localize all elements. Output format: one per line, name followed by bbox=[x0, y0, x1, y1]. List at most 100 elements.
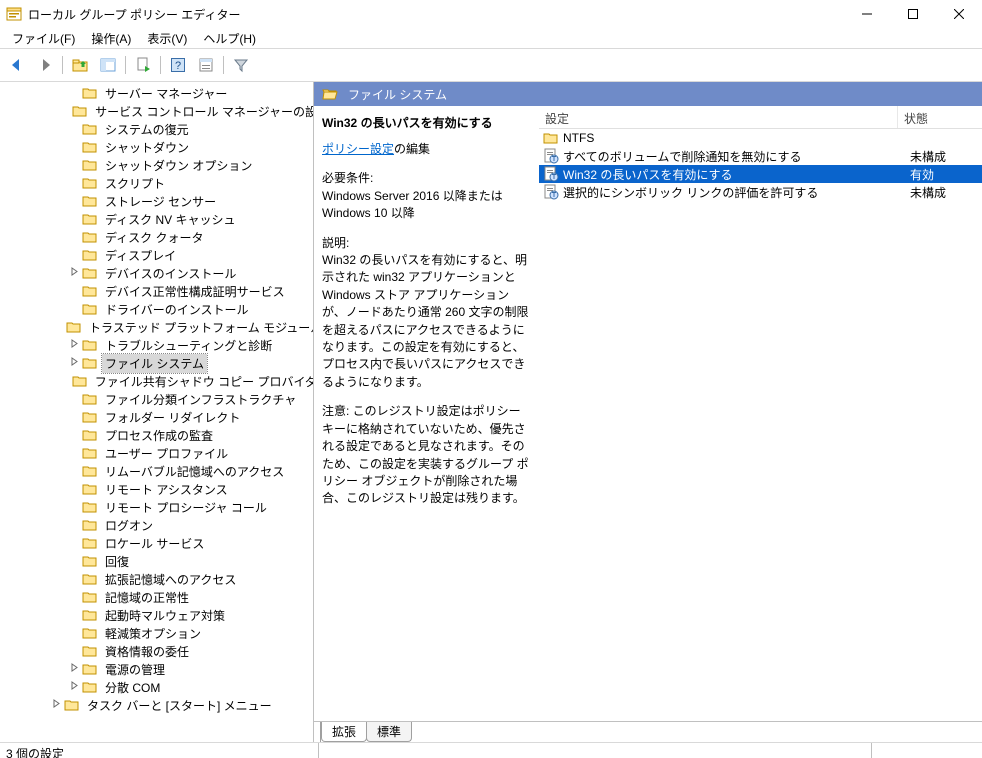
description-block: 説明: Win32 の長いパスを有効にすると、明示された win32 アプリケー… bbox=[322, 235, 531, 392]
folder-icon bbox=[82, 247, 98, 263]
tree-item-label: トラステッド プラットフォーム モジュール サー bbox=[86, 318, 313, 337]
tree-item-label: ファイル共有シャドウ コピー プロバイダー bbox=[92, 372, 313, 391]
tree-item-label: シャットダウン bbox=[102, 138, 192, 157]
policy-icon bbox=[543, 148, 559, 164]
tree-item[interactable]: タスク バーと [スタート] メニュー bbox=[0, 696, 313, 714]
tree-item[interactable]: トラステッド プラットフォーム モジュール サー bbox=[0, 318, 313, 336]
tab-standard[interactable]: 標準 bbox=[366, 722, 412, 742]
tree-item[interactable]: ストレージ センサー bbox=[0, 192, 313, 210]
note-text: 注意: このレジストリ設定はポリシー キーに格納されていないため、優先される設定… bbox=[322, 403, 531, 507]
edit-policy-link[interactable]: ポリシー設定 bbox=[322, 142, 394, 156]
tree-item[interactable]: リモート プロシージャ コール bbox=[0, 498, 313, 516]
close-button[interactable] bbox=[936, 0, 982, 28]
tree-item[interactable]: リムーバブル記憶域へのアクセス bbox=[0, 462, 313, 480]
chevron-right-icon[interactable] bbox=[66, 267, 82, 279]
chevron-right-icon[interactable] bbox=[66, 357, 82, 369]
menu-action[interactable]: 操作(A) bbox=[83, 28, 139, 49]
tree-item[interactable]: 電源の管理 bbox=[0, 660, 313, 678]
tree-item[interactable]: デバイス正常性構成証明サービス bbox=[0, 282, 313, 300]
tree-item-label: フォルダー リダイレクト bbox=[102, 408, 243, 427]
tree-item[interactable]: 資格情報の委任 bbox=[0, 642, 313, 660]
menu-file[interactable]: ファイル(F) bbox=[4, 28, 83, 49]
tree-item-label: 軽減策オプション bbox=[102, 624, 204, 643]
policy-icon bbox=[543, 184, 559, 200]
tree-item[interactable]: ディスク クォータ bbox=[0, 228, 313, 246]
tree-item-label: スクリプト bbox=[102, 174, 168, 193]
tree-item[interactable]: フォルダー リダイレクト bbox=[0, 408, 313, 426]
tree-item-label: 拡張記憶域へのアクセス bbox=[102, 570, 239, 589]
folder-icon bbox=[82, 607, 98, 623]
tree-item-label: シャットダウン オプション bbox=[102, 156, 255, 175]
properties-button[interactable] bbox=[195, 54, 217, 76]
tree-item-label: リムーバブル記憶域へのアクセス bbox=[102, 462, 287, 481]
tree-item[interactable]: 起動時マルウェア対策 bbox=[0, 606, 313, 624]
tree-item[interactable]: リモート アシスタンス bbox=[0, 480, 313, 498]
tree-item[interactable]: プロセス作成の監査 bbox=[0, 426, 313, 444]
tree-item[interactable]: サービス コントロール マネージャーの設定 bbox=[0, 102, 313, 120]
tree-item[interactable]: トラブルシューティングと診断 bbox=[0, 336, 313, 354]
tree-item[interactable]: スクリプト bbox=[0, 174, 313, 192]
export-button[interactable] bbox=[132, 54, 154, 76]
tree-item[interactable]: シャットダウン オプション bbox=[0, 156, 313, 174]
list-row[interactable]: 選択的にシンボリック リンクの評価を許可する未構成 bbox=[539, 183, 982, 201]
tree-item[interactable]: ファイル分類インフラストラクチャ bbox=[0, 390, 313, 408]
tree-item[interactable]: ファイル システム bbox=[0, 354, 313, 372]
window-controls bbox=[844, 0, 982, 28]
chevron-right-icon[interactable] bbox=[48, 699, 64, 711]
edit-policy-suffix: の編集 bbox=[394, 142, 430, 156]
setting-title: Win32 の長いパスを有効にする bbox=[322, 114, 531, 131]
folder-icon bbox=[82, 301, 98, 317]
tree-item-label: ドライバーのインストール bbox=[102, 300, 252, 319]
tree-item[interactable]: シャットダウン bbox=[0, 138, 313, 156]
tree-item[interactable]: ログオン bbox=[0, 516, 313, 534]
app-icon bbox=[6, 6, 22, 22]
tree-item[interactable]: 軽減策オプション bbox=[0, 624, 313, 642]
folder-icon bbox=[82, 355, 98, 371]
help-button[interactable]: ? bbox=[167, 54, 189, 76]
details-pane: ファイル システム Win32 の長いパスを有効にする ポリシー設定の編集 必要… bbox=[314, 82, 982, 742]
show-hide-tree-button[interactable] bbox=[97, 54, 119, 76]
settings-list: NTFSすべてのボリュームで削除通知を無効にする未構成Win32 の長いパスを有… bbox=[539, 129, 982, 201]
tree-item[interactable]: ユーザー プロファイル bbox=[0, 444, 313, 462]
menu-view[interactable]: 表示(V) bbox=[139, 28, 195, 49]
chevron-right-icon[interactable] bbox=[66, 681, 82, 693]
tree-item[interactable]: サーバー マネージャー bbox=[0, 84, 313, 102]
chevron-right-icon[interactable] bbox=[66, 339, 82, 351]
folder-icon bbox=[82, 265, 98, 281]
tree-item-label: 電源の管理 bbox=[102, 660, 168, 679]
filter-button[interactable] bbox=[230, 54, 252, 76]
tree-item[interactable]: 記憶域の正常性 bbox=[0, 588, 313, 606]
menu-help[interactable]: ヘルプ(H) bbox=[195, 28, 264, 49]
tree-item[interactable]: 拡張記憶域へのアクセス bbox=[0, 570, 313, 588]
tree-item[interactable]: ロケール サービス bbox=[0, 534, 313, 552]
tree-item[interactable]: デバイスのインストール bbox=[0, 264, 313, 282]
folder-icon bbox=[82, 211, 98, 227]
description-pane: Win32 の長いパスを有効にする ポリシー設定の編集 必要条件: Window… bbox=[314, 106, 539, 721]
list-row[interactable]: NTFS bbox=[539, 129, 982, 147]
back-button[interactable] bbox=[6, 54, 28, 76]
tree-item[interactable]: ドライバーのインストール bbox=[0, 300, 313, 318]
tree-item[interactable]: ファイル共有シャドウ コピー プロバイダー bbox=[0, 372, 313, 390]
forward-button[interactable] bbox=[34, 54, 56, 76]
column-state[interactable]: 状態 bbox=[898, 106, 982, 128]
tree-item[interactable]: 分散 COM bbox=[0, 678, 313, 696]
tree-item[interactable]: ディスプレイ bbox=[0, 246, 313, 264]
tab-extended[interactable]: 拡張 bbox=[321, 722, 367, 742]
column-setting[interactable]: 設定 bbox=[539, 106, 898, 128]
folder-icon bbox=[82, 589, 98, 605]
chevron-right-icon[interactable] bbox=[66, 663, 82, 675]
tree-item-label: システムの復元 bbox=[102, 120, 192, 139]
minimize-button[interactable] bbox=[844, 0, 890, 28]
tree-scroll[interactable]: サーバー マネージャーサービス コントロール マネージャーの設定システムの復元シ… bbox=[0, 82, 313, 742]
tree-item[interactable]: システムの復元 bbox=[0, 120, 313, 138]
maximize-button[interactable] bbox=[890, 0, 936, 28]
folder-icon bbox=[82, 643, 98, 659]
up-button[interactable] bbox=[69, 54, 91, 76]
tree-item[interactable]: ディスク NV キャッシュ bbox=[0, 210, 313, 228]
list-row[interactable]: Win32 の長いパスを有効にする有効 bbox=[539, 165, 982, 183]
tree-item[interactable]: 回復 bbox=[0, 552, 313, 570]
description-label: 説明: bbox=[322, 235, 531, 252]
list-row-state: 有効 bbox=[906, 166, 982, 183]
list-row[interactable]: すべてのボリュームで削除通知を無効にする未構成 bbox=[539, 147, 982, 165]
folder-icon bbox=[82, 427, 98, 443]
